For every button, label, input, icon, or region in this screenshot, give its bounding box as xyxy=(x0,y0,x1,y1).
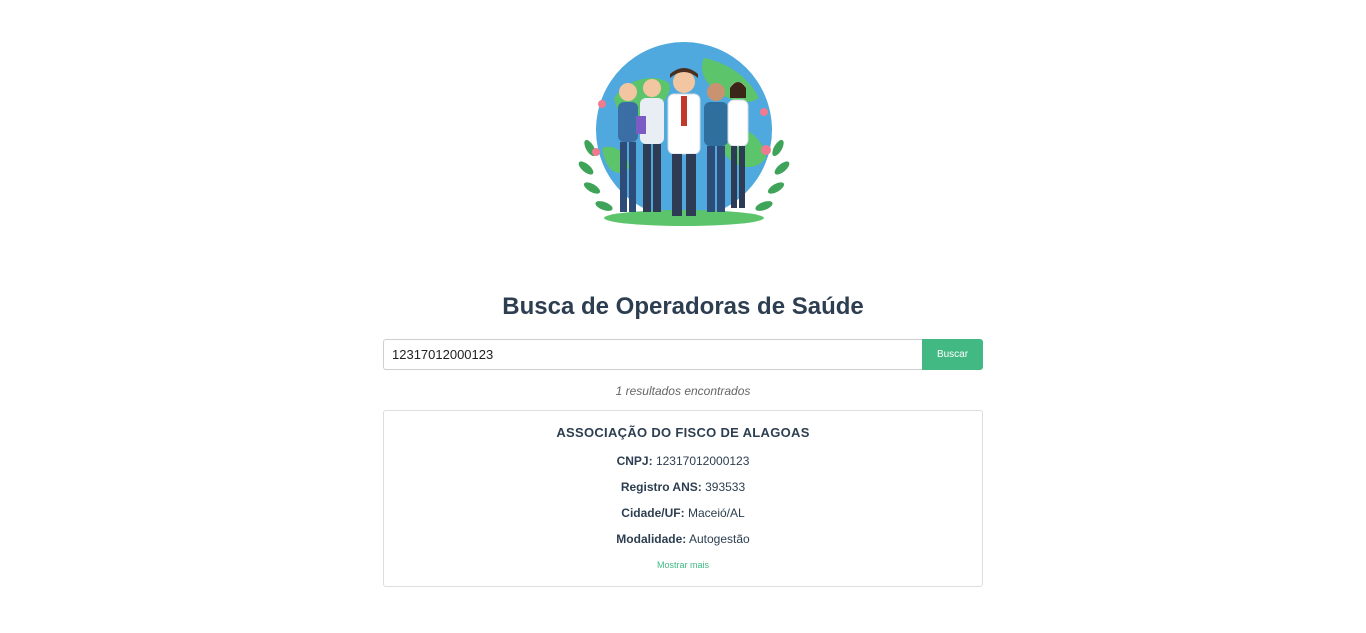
search-bar: Buscar xyxy=(383,339,983,370)
registro-ans-value: 393533 xyxy=(705,480,746,494)
results-count: 1 resultados encontrados xyxy=(615,384,751,398)
registro-ans-label: Registro ANS: xyxy=(620,480,702,494)
operator-name: ASSOCIAÇÃO DO FISCO DE ALAGOAS xyxy=(556,425,810,440)
search-button[interactable]: Buscar xyxy=(922,339,983,370)
cidade-uf-value: Maceió/AL xyxy=(687,506,745,520)
result-card: ASSOCIAÇÃO DO FISCO DE ALAGOAS CNPJ: 123… xyxy=(383,410,983,587)
cnpj-field: CNPJ: 12317012000123 xyxy=(384,454,982,468)
cnpj-value: 12317012000123 xyxy=(655,454,750,468)
page: Busca de Operadoras de Saúde Buscar 1 re… xyxy=(0,0,1366,633)
modalidade-label: Modalidade: xyxy=(616,532,687,546)
ground-shape xyxy=(604,210,764,226)
show-more-link[interactable]: Mostrar mais xyxy=(657,560,709,570)
search-input[interactable] xyxy=(383,339,922,370)
cidade-uf-label: Cidade/UF: xyxy=(621,506,685,520)
modalidade-field: Modalidade: Autogestão xyxy=(384,532,982,546)
page-title: Busca de Operadoras de Saúde xyxy=(502,293,864,320)
cidade-uf-field: Cidade/UF: Maceió/AL xyxy=(384,506,982,520)
healthcare-team-illustration xyxy=(578,42,790,226)
cnpj-label: CNPJ: xyxy=(616,454,653,468)
modalidade-value: Autogestão xyxy=(688,532,750,546)
registro-ans-field: Registro ANS: 393533 xyxy=(384,480,982,494)
